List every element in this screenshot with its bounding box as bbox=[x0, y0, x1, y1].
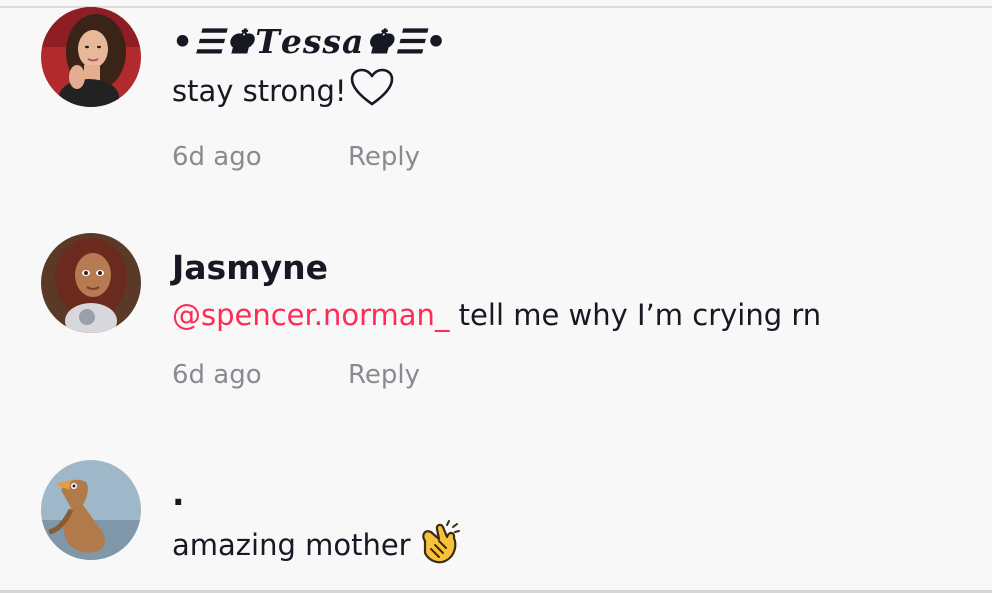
avatar[interactable] bbox=[41, 7, 141, 107]
mention-link[interactable]: @spencer.norman_ bbox=[172, 298, 449, 332]
comment-timestamp: 6d ago bbox=[172, 142, 262, 172]
top-divider bbox=[0, 6, 992, 8]
reply-button[interactable]: Reply bbox=[348, 357, 420, 393]
reply-button[interactable]: Reply bbox=[348, 139, 420, 175]
heart-outline-icon bbox=[349, 67, 395, 119]
avatar[interactable] bbox=[41, 233, 141, 333]
comment-text-content: tell me why I’m crying rn bbox=[449, 298, 822, 332]
comment-text-content: amazing mother bbox=[172, 528, 411, 562]
comment-username[interactable]: •☰♚𝑻𝒆𝒔𝒔𝒂♚☰• bbox=[172, 20, 972, 64]
comment-text: stay strong! bbox=[172, 67, 972, 119]
comment-meta: 6d ago Reply bbox=[172, 139, 972, 175]
avatar[interactable] bbox=[41, 460, 141, 560]
comment-timestamp: 6d ago bbox=[172, 360, 262, 390]
comment-meta: 6d ago Reply bbox=[172, 357, 972, 393]
clapping-hands-icon bbox=[417, 519, 461, 577]
comment-text-content: stay strong! bbox=[172, 74, 347, 108]
comment-username[interactable]: . bbox=[172, 472, 972, 516]
comment-text: @spencer.norman_ tell me why I’m crying … bbox=[172, 293, 972, 337]
comment-username[interactable]: Jasmyne bbox=[172, 246, 972, 290]
comment-text: amazing mother bbox=[172, 519, 972, 577]
